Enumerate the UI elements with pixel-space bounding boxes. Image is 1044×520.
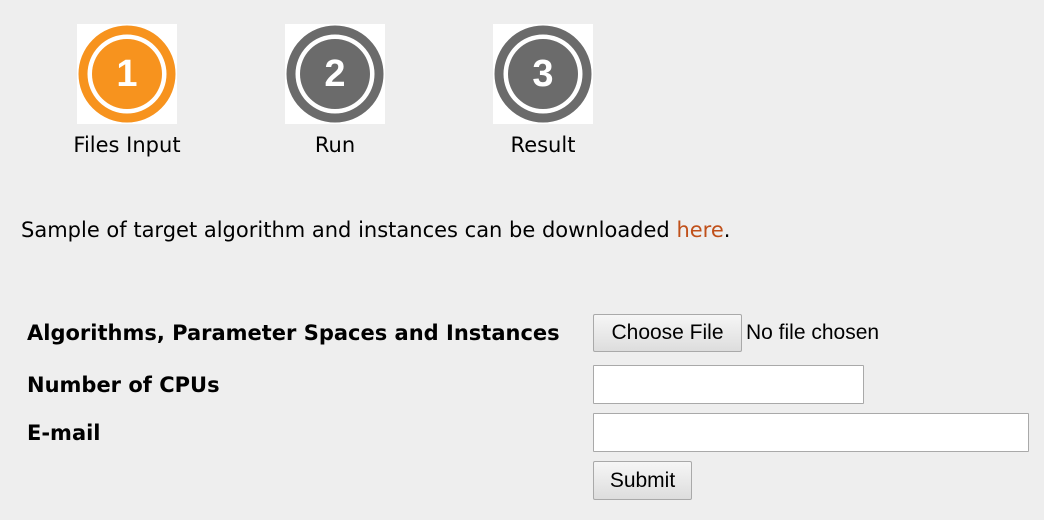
step-run: 2 Run — [265, 24, 405, 158]
sample-download-text: Sample of target algorithm and instances… — [21, 217, 730, 243]
cpus-input[interactable] — [593, 365, 864, 404]
svg-text:1: 1 — [116, 53, 137, 95]
step-result: 3 Result — [473, 24, 613, 158]
svg-text:2: 2 — [324, 53, 345, 95]
choose-file-button[interactable]: Choose File — [593, 314, 742, 352]
step-2-label: Run — [314, 133, 356, 157]
step-1-label: Files Input — [73, 133, 181, 157]
download-here-link[interactable]: here — [676, 218, 723, 242]
step-2-icon: 2 — [286, 25, 384, 123]
step-3-label: Result — [510, 133, 576, 157]
step-files-input: 1 Files Input — [57, 24, 197, 158]
submit-button[interactable]: Submit — [593, 461, 692, 500]
email-input[interactable] — [593, 413, 1029, 452]
step-2-badge: 2 — [285, 24, 385, 124]
step-3-badge: 3 — [493, 24, 593, 124]
step-1-badge: 1 — [77, 24, 177, 124]
algorithms-label: Algorithms, Parameter Spaces and Instanc… — [27, 321, 560, 345]
email-label: E-mail — [27, 421, 101, 445]
step-3-icon: 3 — [494, 25, 592, 123]
intro-text: Sample of target algorithm and instances… — [21, 218, 677, 242]
svg-text:3: 3 — [532, 53, 553, 95]
step-1-icon: 1 — [78, 25, 176, 123]
intro-period: . — [723, 218, 731, 242]
file-status-text: No file chosen — [746, 321, 880, 344]
cpus-label: Number of CPUs — [27, 373, 220, 397]
